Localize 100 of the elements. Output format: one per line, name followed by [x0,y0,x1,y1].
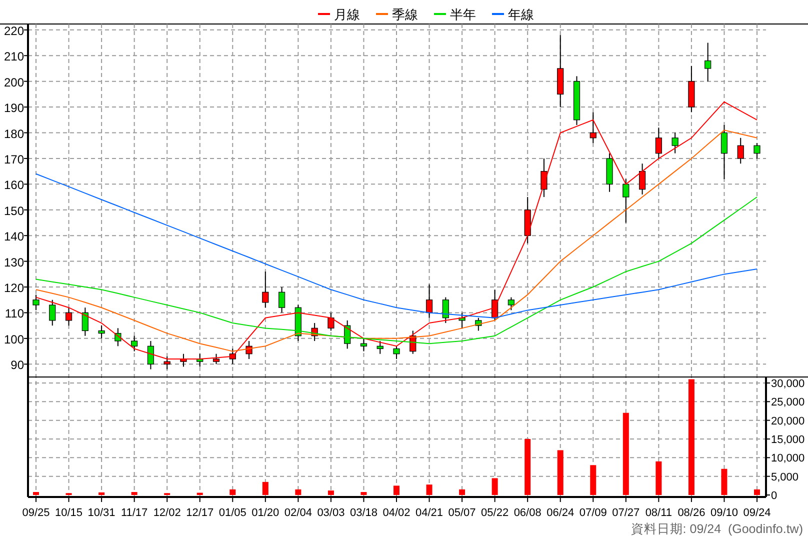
candlestick [294,304,302,342]
axis-label: 02/04 [284,507,312,519]
volume-bar [394,486,400,495]
candlestick [131,335,138,352]
axis-label: 130 [4,255,24,270]
axis-label: 160 [4,178,24,192]
axis-label: 200 [4,75,24,90]
axis-label: 190 [4,101,24,116]
candlestick [262,271,269,308]
volume-bar [230,489,236,495]
volume-bar [459,489,466,495]
axis-label: 150 [4,204,24,218]
axis-label: 220 [4,24,24,38]
axis-label: 09/24 [743,507,771,519]
candlestick [720,124,728,180]
volume-bar [98,492,105,495]
candlestick [704,42,712,82]
candlestick [114,328,122,347]
candlestick [49,299,56,326]
candlestick [82,307,88,336]
candlestick [246,340,252,360]
candlestick [508,296,514,311]
volume-bar [656,461,662,495]
axis-label: 140 [4,230,24,244]
axis-label: 09/25 [22,507,50,519]
volume-bar [328,490,334,495]
candlestick [442,296,449,324]
candlestick [492,289,498,321]
candlestick [147,340,154,370]
candlestick [622,178,630,224]
candlestick [458,312,466,329]
axis-label: 10/15 [55,507,83,519]
axis-label: 03/18 [350,507,378,519]
candlestick [475,317,482,332]
candlestick [98,325,105,339]
legend-item: 半年 [434,7,476,22]
volume-bar [721,468,728,495]
volume-bar [492,478,498,495]
axis-label: 10/31 [88,507,116,519]
axis-label: 01/20 [252,507,280,519]
axis-label: 5,000 [771,471,799,484]
axis-label: 25,000 [771,396,805,409]
candlestick [737,137,744,164]
candlestick [606,152,613,192]
candlestick [229,348,236,365]
axis-label: 12/17 [186,507,214,519]
axis-label: 11/17 [120,507,148,519]
axis-label: 170 [4,152,24,166]
axis-label: 90 [10,358,24,372]
candlestick [672,132,678,154]
axis-label: 30,000 [771,378,805,390]
axis-label: 10,000 [771,452,805,465]
candlestick [754,142,760,159]
candlestick [65,307,72,326]
axis-label: 03/03 [317,507,345,519]
volume-bar [360,492,367,495]
candlestick [655,127,662,159]
axis-label: 110 [4,306,24,321]
axis-label: 180 [4,126,24,141]
axis-label: 0 [771,490,778,502]
candlestick [410,330,416,354]
candlestick [180,353,187,368]
volume-bar [426,484,432,495]
candlestick [311,322,318,342]
axis-label: 120 [4,281,24,296]
volume-bar [557,450,564,495]
volume-bar [524,438,531,495]
candlestick [278,286,286,314]
axis-label: 06/24 [546,507,574,519]
candlestick [393,346,400,360]
volume-bar [295,489,302,495]
axis-label: 210 [4,50,24,64]
candlestick [360,338,368,352]
axis-label: 05/07 [448,507,476,519]
candlestick [212,353,220,365]
axis-label: 04/02 [382,507,410,519]
axis-label: 05/22 [481,507,509,519]
axis-label: 08/26 [678,507,706,519]
axis-label: 09/10 [710,507,738,519]
candlestick [573,76,580,126]
candlestick [426,284,433,318]
candlestick [164,356,170,370]
volume-bar [131,492,138,495]
volume-bar [590,465,596,495]
legend-item: 年線 [492,7,534,22]
axis-label: 20,000 [771,415,805,428]
candlestick [32,294,40,311]
axis-label: 07/09 [579,507,607,519]
axis-label: 06/08 [514,507,542,519]
candlestick [328,312,334,332]
footer-note: 資料日期: 09/24 (Goodinfo.tw) [630,522,803,536]
legend-item: 季線 [376,7,418,22]
candlestick [688,65,695,113]
axis-label: 08/11 [645,507,672,519]
axis-label: 12/02 [153,507,181,519]
axis-label: 15,000 [771,434,805,446]
candlestick [639,163,646,195]
axis-label: 100 [4,332,24,346]
axis-label: 07/27 [612,507,640,519]
candlestick [196,353,204,368]
